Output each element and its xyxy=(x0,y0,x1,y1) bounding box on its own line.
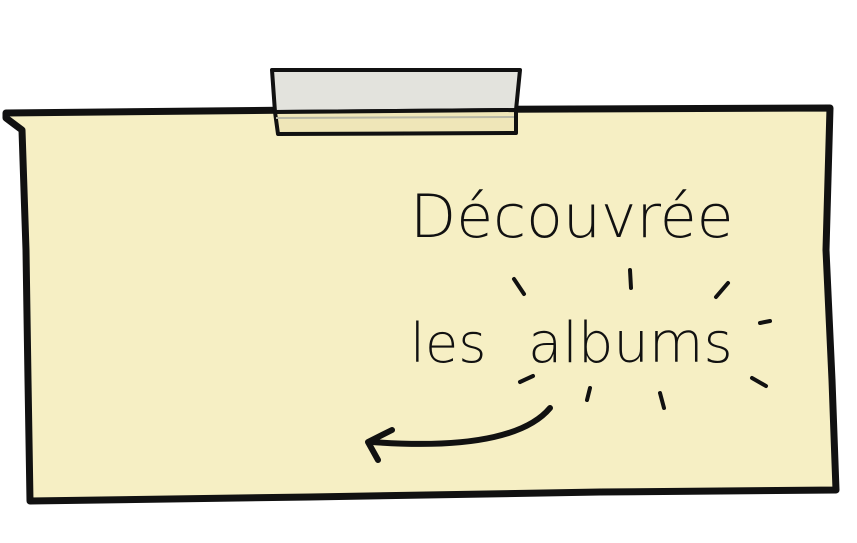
note-line-2-highlight: albums xyxy=(528,311,733,376)
tape-strip-icon xyxy=(270,68,522,136)
sticky-note-stage: Découvrée les albums xyxy=(0,0,857,543)
note-line-2-prefix: les xyxy=(410,312,486,375)
sticky-note-drawing: Découvrée les albums xyxy=(2,68,840,505)
note-line-1: Découvrée xyxy=(410,182,734,252)
